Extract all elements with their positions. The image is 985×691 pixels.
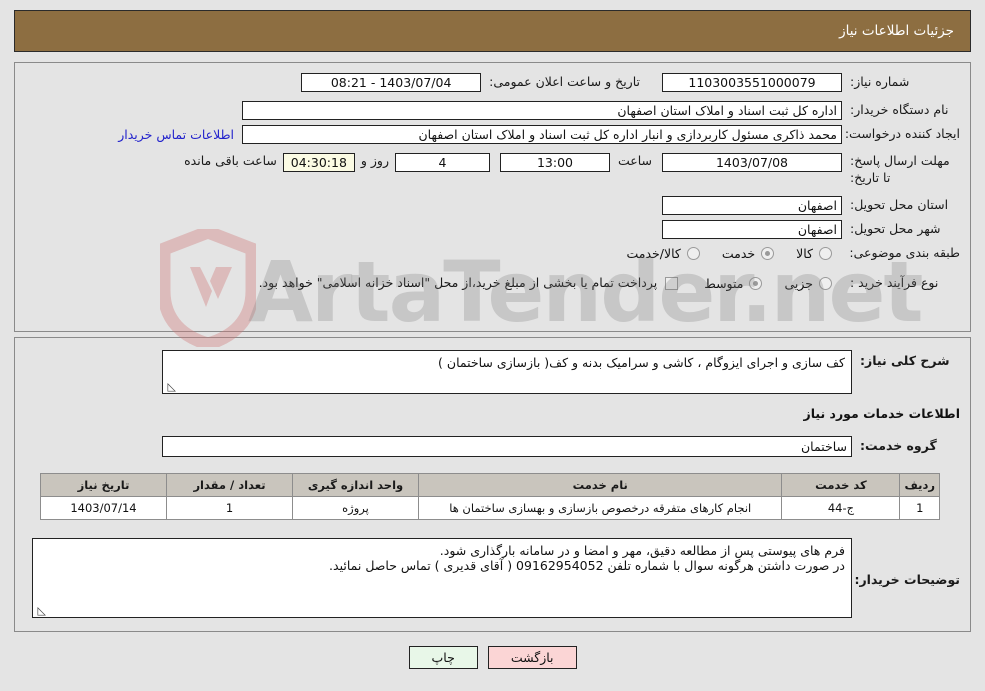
buyer-notes-value[interactable]: فرم های پیوستی پس از مطالعه دقیق، مهر و … [32, 538, 852, 618]
resize-grip-icon-notes[interactable]: ◺ [36, 605, 46, 616]
treasury-note-text: پرداخت تمام یا بخشی از مبلغ خرید،از محل … [258, 275, 658, 290]
deadline-hour-label: ساعت [617, 153, 652, 168]
radio-circle-goods-service[interactable] [686, 246, 700, 260]
field-service-group: گروه خدمت: ساختمان [162, 436, 960, 457]
field-announce-datetime: تاریخ و ساعت اعلان عمومی: 1403/07/04 - 0… [301, 73, 640, 92]
need-number-value: 1103003551000079 [662, 73, 842, 92]
cell-service-name: انجام کارهای متفرقه درخصوص بازسازی و بهس… [417, 496, 783, 520]
general-description-value[interactable]: کف سازی و اجرای ایزوگام ، کاشی و سرامیک … [162, 350, 852, 394]
deadline-hour-value: 13:00 [499, 153, 610, 172]
requirements-panel: شرح کلی نیاز: کف سازی و اجرای ایزوگام ، … [14, 337, 971, 632]
print-button[interactable]: چاپ [408, 646, 478, 669]
radio-circle-medium[interactable] [749, 276, 763, 290]
announce-datetime-label: تاریخ و ساعت اعلان عمومی: [489, 74, 640, 90]
buyer-notes-label: توضیحات خریدار: [854, 572, 960, 587]
summary-fields-area: شماره نیاز: 1103003551000079 تاریخ و ساع… [15, 63, 970, 331]
deadline-days-label: روز و [360, 153, 389, 168]
service-group-label: گروه خدمت: [860, 438, 937, 454]
cell-need-date: 1403/07/14 [40, 496, 167, 520]
request-creator-value: محمد ذاکری مسئول کاربردازی و انبار اداره… [242, 125, 842, 144]
category-radio-service[interactable]: خدمت [721, 245, 775, 261]
category-option-label-service: خدمت [721, 245, 756, 261]
field-buyer-org: نام دستگاه خریدار: اداره کل ثبت اسناد و … [242, 101, 960, 120]
deadline-days-value: 4 [394, 153, 490, 172]
radio-circle-minor[interactable] [819, 276, 832, 290]
request-creator-label: ایجاد کننده درخواست: [844, 126, 960, 142]
field-purchase-type: نوع فرآیند خرید : جزیی متوسط پرداخت تمام… [259, 275, 960, 292]
table-header-row: ردیف کد خدمت نام خدمت واحد اندازه گیری ت… [40, 473, 940, 497]
need-number-label: شماره نیاز: [850, 74, 910, 90]
field-category: طبقه بندی موضوعی: کالا خدمت کالا/خدمت [626, 245, 960, 262]
category-radio-goods[interactable]: کالا [796, 246, 832, 261]
buyer-contact-link[interactable]: اطلاعات تماس خریدار [118, 127, 234, 142]
radio-circle-service[interactable] [761, 246, 775, 260]
category-option-label-goods-service: کالا/خدمت [626, 245, 681, 261]
field-request-creator: ایجاد کننده درخواست: محمد ذاکری مسئول کا… [118, 125, 960, 144]
page-root: جزئیات اطلاعات نیاز ArtaTender.net شماره… [0, 0, 985, 691]
purchase-type-radio-medium[interactable]: متوسط [704, 275, 763, 291]
buyer-notes-line-1: فرم های پیوستی پس از مطالعه دقیق، مهر و … [439, 543, 845, 558]
field-delivery-city: شهر محل تحویل: اصفهان [662, 220, 960, 239]
services-section-title: اطلاعات خدمات مورد نیاز [803, 406, 961, 421]
purchase-type-option-label-minor: جزیی [784, 275, 813, 291]
page-title-bar: جزئیات اطلاعات نیاز [14, 10, 971, 52]
category-radio-goods-service[interactable]: کالا/خدمت [626, 245, 700, 261]
cell-unit: پروژه [292, 496, 419, 520]
table-header-quantity: تعداد / مقدار [166, 473, 293, 497]
delivery-province-value: اصفهان [662, 196, 842, 215]
cell-service-code: ج-44 [781, 496, 901, 520]
table-row: 1 ج-44 انجام کارهای متفرقه درخصوص بازساز… [40, 496, 940, 520]
details-panel: شماره نیاز: 1103003551000079 تاریخ و ساع… [14, 62, 971, 332]
services-table-wrapper: ردیف کد خدمت نام خدمت واحد اندازه گیری ت… [40, 473, 940, 520]
deadline-remaining-label: ساعت باقی مانده [184, 153, 277, 168]
services-table: ردیف کد خدمت نام خدمت واحد اندازه گیری ت… [40, 473, 940, 520]
field-need-number: شماره نیاز: 1103003551000079 [662, 73, 960, 92]
service-group-value: ساختمان [162, 436, 852, 457]
deadline-date-value: 1403/07/08 [662, 153, 842, 172]
deadline-label: مهلت ارسال پاسخ: تا تاریخ: [850, 153, 950, 185]
delivery-city-label: شهر محل تحویل: [850, 221, 941, 237]
resize-grip-icon[interactable]: ◺ [166, 381, 176, 392]
field-buyer-notes: توضیحات خریدار: فرم های پیوستی پس از مطا… [32, 538, 960, 618]
cell-index: 1 [899, 496, 940, 520]
deadline-countdown-value: 04:30:18 [282, 153, 355, 172]
treasury-bonds-checkbox[interactable] [665, 276, 679, 290]
purchase-type-radio-minor[interactable]: جزیی [784, 276, 832, 291]
category-option-label-goods: کالا [796, 245, 813, 261]
action-button-bar: بازگشت چاپ [0, 646, 985, 669]
table-header-service-code: کد خدمت [781, 473, 901, 497]
cell-quantity: 1 [166, 496, 293, 520]
category-label: طبقه بندی موضوعی: [849, 245, 960, 260]
purchase-type-label: نوع فرآیند خرید : [850, 275, 939, 290]
field-deadline: مهلت ارسال پاسخ: تا تاریخ: 1403/07/08 سا… [184, 153, 960, 187]
delivery-province-label: استان محل تحویل: [850, 197, 949, 213]
field-general-description: شرح کلی نیاز: کف سازی و اجرای ایزوگام ، … [162, 350, 960, 394]
field-delivery-province: استان محل تحویل: اصفهان [662, 196, 960, 215]
table-header-service-name: نام خدمت [417, 473, 783, 497]
radio-circle-goods[interactable] [819, 246, 832, 260]
buyer-notes-line-2: در صورت داشتن هرگونه سوال با شماره تلفن … [329, 558, 845, 573]
services-section-heading: اطلاعات خدمات مورد نیاز [804, 406, 961, 421]
buyer-org-label: نام دستگاه خریدار: [850, 102, 949, 118]
back-button[interactable]: بازگشت [487, 646, 577, 669]
table-header-need-date: تاریخ نیاز [40, 473, 167, 497]
general-description-text: کف سازی و اجرای ایزوگام ، کاشی و سرامیک … [438, 355, 845, 370]
page-title: جزئیات اطلاعات نیاز [839, 23, 954, 39]
table-header-unit: واحد اندازه گیری [292, 473, 419, 497]
announce-datetime-value: 1403/07/04 - 08:21 [301, 73, 482, 92]
buyer-org-value: اداره کل ثبت اسناد و املاک استان اصفهان [242, 101, 842, 120]
general-description-label: شرح کلی نیاز: [860, 353, 950, 368]
table-header-index: ردیف [899, 473, 940, 497]
delivery-city-value: اصفهان [662, 220, 842, 239]
purchase-type-option-label-medium: متوسط [704, 275, 744, 291]
